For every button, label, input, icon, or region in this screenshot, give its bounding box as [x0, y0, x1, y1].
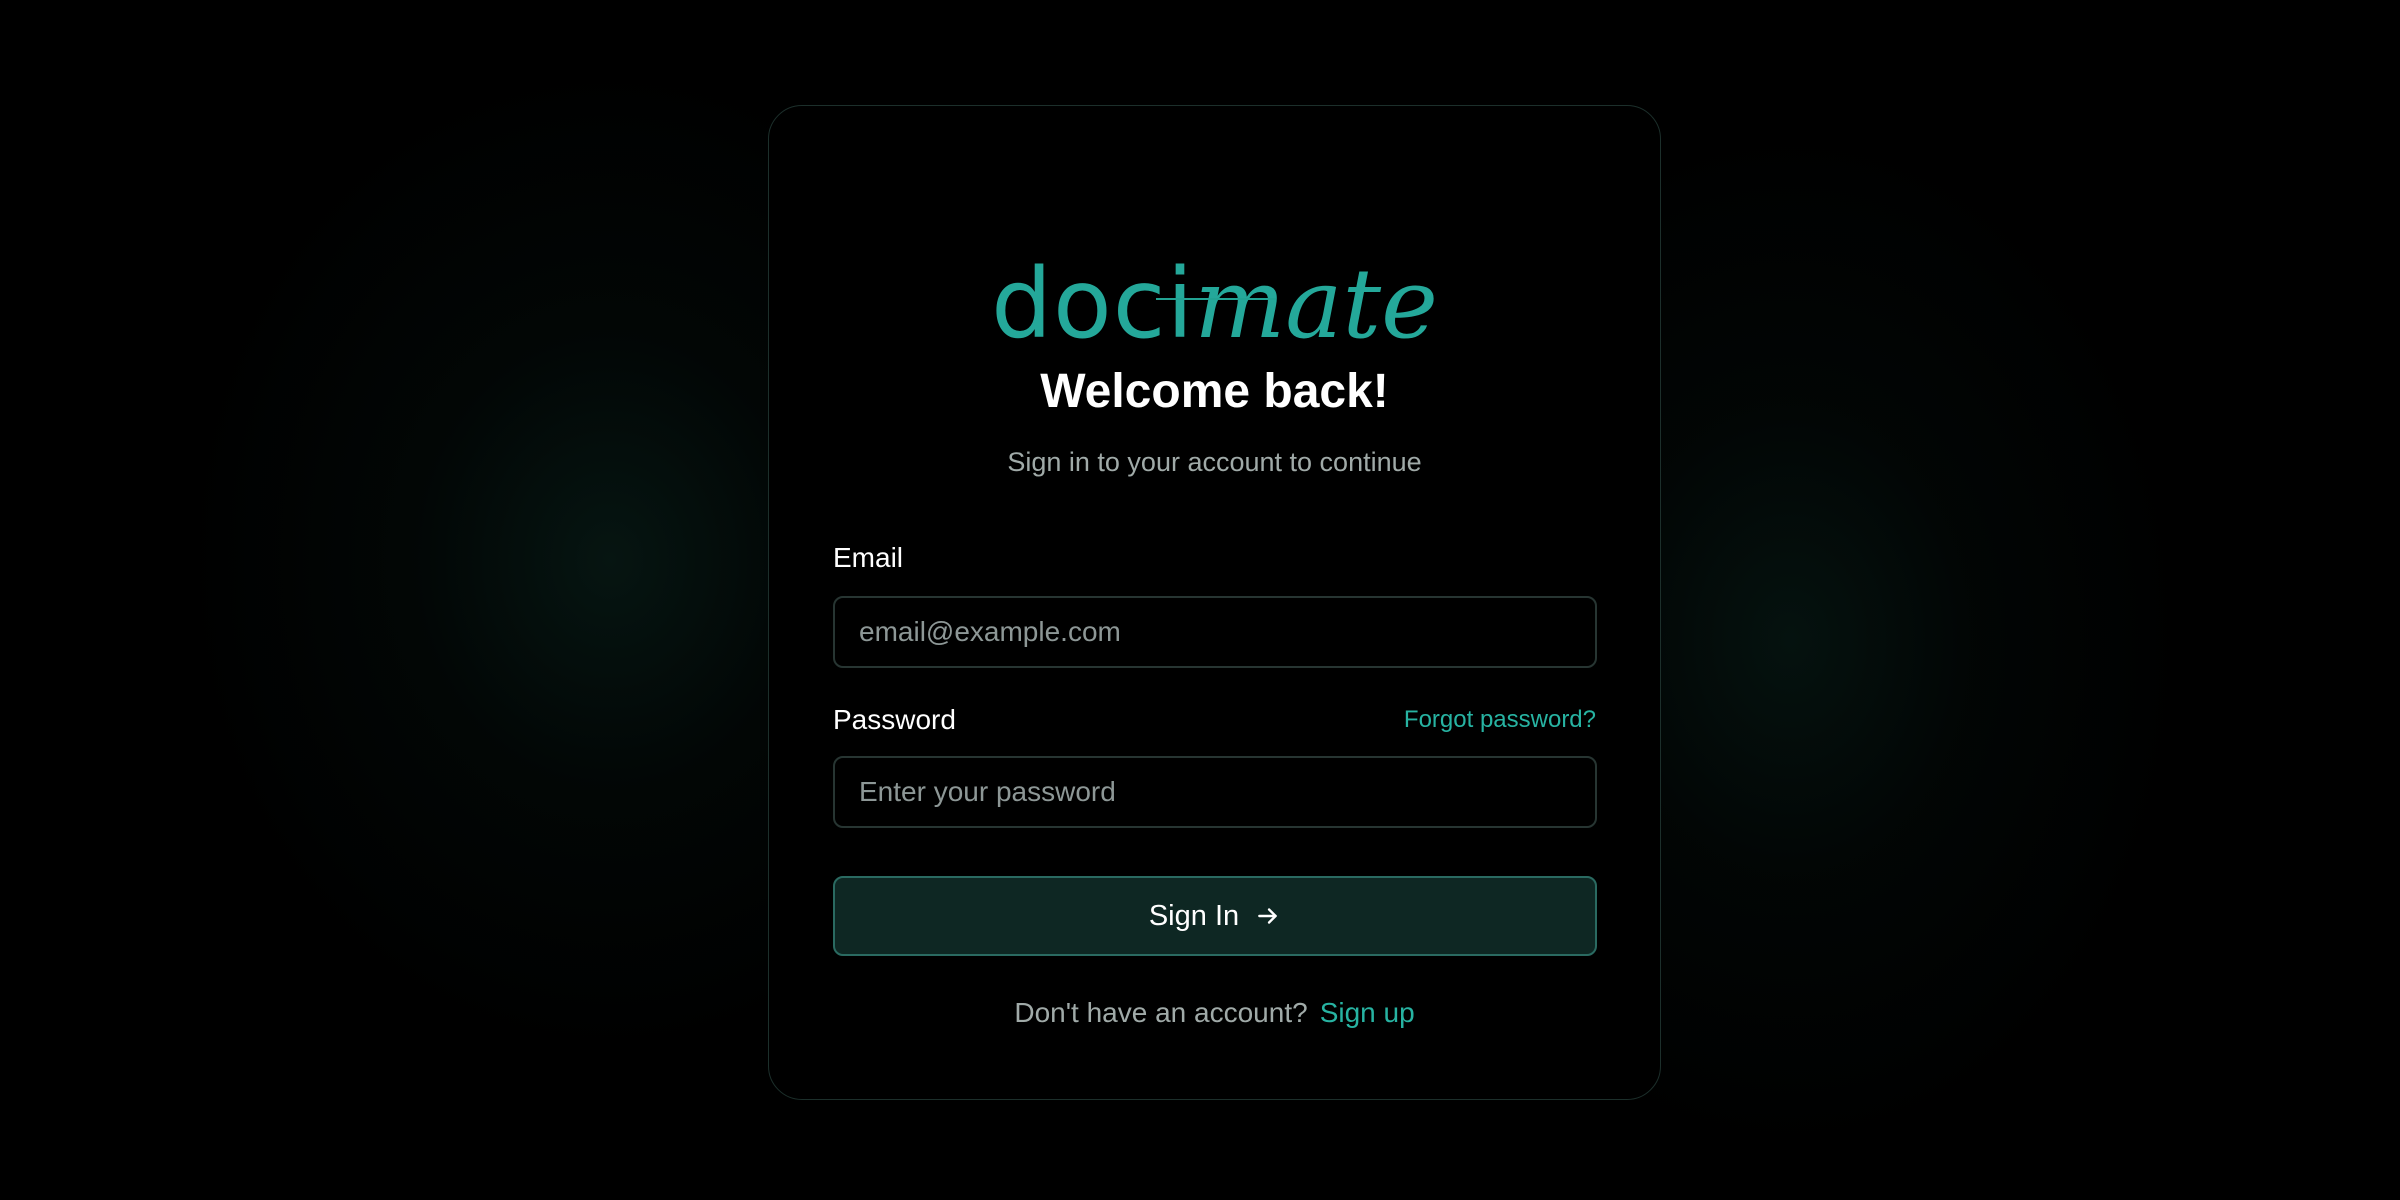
login-card: docimate Welcome back! Sign in to your a…: [768, 105, 1661, 1100]
email-input[interactable]: [833, 596, 1597, 668]
password-label: Password: [833, 704, 956, 735]
logo-divider: [1156, 298, 1276, 300]
logo-part-1: doci: [991, 248, 1195, 360]
sign-in-button-label: Sign In: [1148, 899, 1240, 932]
password-input[interactable]: [833, 756, 1597, 828]
page-title: Welcome back!: [1040, 365, 1389, 418]
forgot-password-link[interactable]: Forgot password?: [1404, 708, 1596, 732]
page-background: docimate Welcome back! Sign in to your a…: [0, 0, 2400, 1200]
signup-prompt: Don't have an account? Sign up: [769, 999, 1660, 1027]
docimate-logo: docimate: [769, 256, 1660, 353]
sign-up-link[interactable]: Sign up: [1320, 997, 1415, 1028]
email-label: Email: [833, 542, 904, 573]
logo-part-2: mate: [1194, 248, 1438, 360]
signup-prompt-text: Don't have an account?: [1014, 997, 1308, 1028]
sign-in-button[interactable]: Sign In: [833, 876, 1597, 956]
page-subtitle: Sign in to your account to continue: [1007, 447, 1422, 477]
arrow-right-icon: [1255, 903, 1281, 929]
